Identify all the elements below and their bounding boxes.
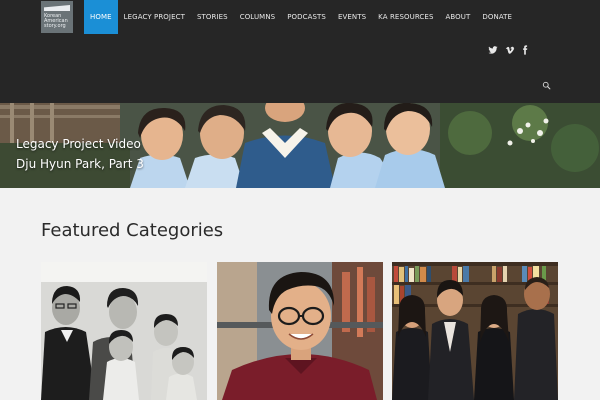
facebook-icon[interactable] <box>520 45 530 55</box>
vimeo-icon[interactable] <box>505 45 515 55</box>
search-icon[interactable] <box>542 81 551 90</box>
card-image-portrait-man <box>217 262 383 400</box>
site-logo[interactable]: Korean American story.org <box>41 1 73 33</box>
nav-item-donate[interactable]: DONATE <box>476 0 518 34</box>
hero-title[interactable]: Legacy Project Video <box>16 137 141 151</box>
featured-categories-heading: Featured Categories <box>41 220 224 241</box>
nav-item-about[interactable]: ABOUT <box>440 0 477 34</box>
nav-item-events[interactable]: EVENTS <box>332 0 372 34</box>
hero-subtitle[interactable]: Dju Hyun Park, Part 3 <box>16 157 144 171</box>
site-header: Korean American story.org HOME LEGACY PR… <box>0 0 600 103</box>
nav-item-stories[interactable]: STORIES <box>191 0 234 34</box>
category-card-2[interactable] <box>217 262 383 400</box>
nav-item-home[interactable]: HOME <box>84 0 118 34</box>
nav-item-columns[interactable]: COLUMNS <box>234 0 282 34</box>
logo-mark <box>44 5 70 11</box>
hero-banner[interactable]: Legacy Project Video Dju Hyun Park, Part… <box>0 103 600 188</box>
nav-item-ka-resources[interactable]: KA RESOURCES <box>372 0 439 34</box>
main-nav: HOME LEGACY PROJECT STORIES COLUMNS PODC… <box>84 0 518 34</box>
nav-item-legacy-project[interactable]: LEGACY PROJECT <box>118 0 191 34</box>
card-image-vintage-family <box>41 262 207 400</box>
twitter-icon[interactable] <box>488 45 498 55</box>
category-card-3[interactable] <box>392 262 558 400</box>
logo-line-3: story.org <box>44 23 66 29</box>
nav-item-podcasts[interactable]: PODCASTS <box>281 0 332 34</box>
category-card-1[interactable] <box>41 262 207 400</box>
card-image-group-bookshelf <box>392 262 558 400</box>
